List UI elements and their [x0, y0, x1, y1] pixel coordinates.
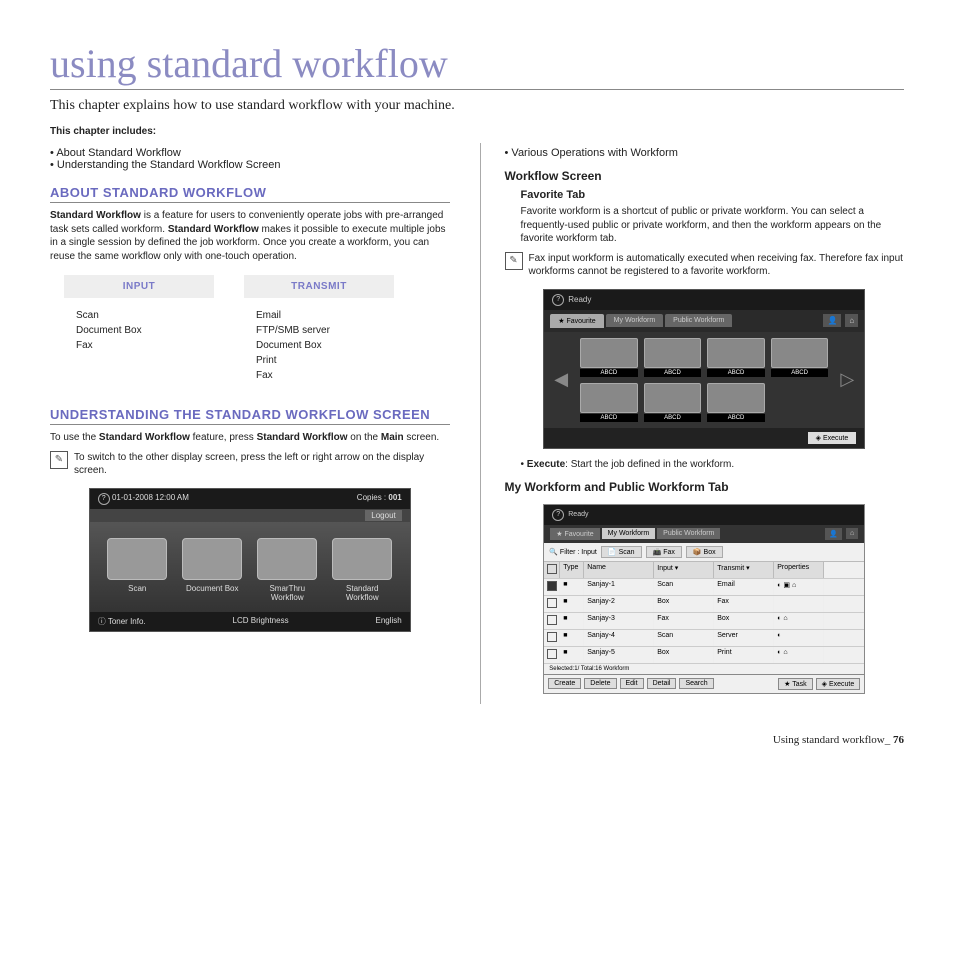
- workform-item[interactable]: ABCD: [707, 383, 765, 422]
- table-row[interactable]: ■Sanjay-3FaxBox◐ ⌂: [544, 613, 864, 630]
- note-text: To switch to the other display screen, p…: [74, 451, 450, 478]
- home-icon[interactable]: ⌂: [845, 314, 858, 327]
- tab-favourite[interactable]: ★ Favourite: [550, 314, 603, 328]
- understanding-paragraph: To use the Standard Workflow feature, pr…: [50, 431, 450, 445]
- transmit-label: TRANSMIT: [244, 275, 394, 298]
- intro-text: This chapter explains how to use standar…: [50, 98, 904, 114]
- status-ready: Ready: [568, 511, 588, 518]
- filter-fax[interactable]: 📠 Fax: [646, 546, 682, 558]
- tab-my-workform[interactable]: My Workform: [602, 528, 655, 539]
- filter-box[interactable]: 📦 Box: [686, 546, 723, 558]
- workform-item[interactable]: ABCD: [644, 383, 702, 422]
- toc-item: Various Operations with Workform: [505, 147, 905, 159]
- table-row[interactable]: ■Sanjay-2BoxFax: [544, 596, 864, 613]
- table-header: Type Name Input ▾ Transmit ▾ Properties: [544, 562, 864, 579]
- execute-button[interactable]: ◈ Execute: [816, 678, 861, 690]
- workform-item[interactable]: ABCD: [707, 338, 765, 377]
- filter-scan[interactable]: 📄 Scan: [601, 546, 642, 558]
- workform-item[interactable]: ABCD: [644, 338, 702, 377]
- tab-public-workform[interactable]: Public Workform: [657, 528, 720, 539]
- search-button[interactable]: Search: [679, 678, 713, 689]
- execute-button[interactable]: ◈ Execute: [808, 432, 857, 444]
- tab-public-workform[interactable]: Public Workform: [665, 314, 732, 327]
- page-title: using standard workflow: [50, 40, 904, 90]
- status-ready: Ready: [568, 295, 591, 304]
- input-box: INPUT Scan Document Box Fax: [64, 275, 214, 393]
- page-footer: Using standard workflow_ 76: [50, 734, 904, 746]
- execute-description: • Execute: Start the job defined in the …: [521, 459, 905, 470]
- table-row[interactable]: ■Sanjay-5BoxPrint◐ ⌂: [544, 647, 864, 664]
- login-icon[interactable]: 👤: [823, 314, 841, 327]
- home-icon[interactable]: ⌂: [846, 528, 858, 539]
- checkbox[interactable]: [547, 649, 557, 659]
- tab-my-workform[interactable]: My Workform: [606, 314, 663, 327]
- login-icon[interactable]: 👤: [825, 528, 842, 540]
- lcd-brightness[interactable]: LCD Brightness: [233, 616, 289, 627]
- help-icon[interactable]: ?: [98, 493, 110, 505]
- toc-item: About Standard Workflow: [50, 147, 450, 159]
- scan-button[interactable]: Scan: [107, 538, 167, 602]
- table-row[interactable]: ■Sanjay-1ScanEmail◐ ▣ ⌂: [544, 579, 864, 596]
- filter-label: 🔍 Filter : Input: [549, 548, 597, 556]
- checkbox[interactable]: [547, 615, 557, 625]
- logout-button[interactable]: Logout: [365, 510, 401, 521]
- right-arrow-icon[interactable]: ▷: [836, 369, 858, 390]
- help-icon[interactable]: ?: [552, 509, 564, 521]
- help-icon[interactable]: ?: [552, 294, 564, 306]
- favorite-paragraph: Favorite workform is a shortcut of publi…: [521, 205, 905, 246]
- toc-left: About Standard Workflow Understanding th…: [50, 147, 450, 171]
- delete-button[interactable]: Delete: [584, 678, 616, 689]
- datetime: 01-01-2008 12:00 AM: [112, 493, 189, 502]
- language-selector[interactable]: English: [375, 616, 401, 627]
- checkbox[interactable]: [547, 581, 557, 591]
- favorite-tab-heading: Favorite Tab: [521, 189, 905, 201]
- input-items: Scan Document Box Fax: [64, 298, 214, 363]
- table-row[interactable]: ■Sanjay-4ScanServer◐: [544, 630, 864, 647]
- about-heading: ABOUT STANDARD WORKFLOW: [50, 185, 450, 203]
- workform-item[interactable]: ABCD: [580, 383, 638, 422]
- transmit-box: TRANSMIT Email FTP/SMB server Document B…: [244, 275, 394, 393]
- transmit-items: Email FTP/SMB server Document Box Print …: [244, 298, 394, 393]
- workform-item[interactable]: ABCD: [771, 338, 829, 377]
- toner-info[interactable]: ⓘ Toner Info.: [98, 616, 146, 627]
- left-arrow-icon[interactable]: ◀: [550, 369, 572, 390]
- edit-button[interactable]: Edit: [620, 678, 644, 689]
- my-workform-screenshot: ? Ready ★ Favourite My Workform Public W…: [543, 504, 865, 694]
- detail-button[interactable]: Detail: [647, 678, 677, 689]
- understanding-heading: UNDERSTANDING THE STANDARD WORKFLOW SCRE…: [50, 407, 450, 425]
- main-screen-screenshot: ? 01-01-2008 12:00 AM Copies : 001 Logou…: [89, 488, 411, 632]
- tab-favourite[interactable]: ★ Favourite: [550, 528, 599, 540]
- workform-item[interactable]: ABCD: [580, 338, 638, 377]
- toc-item: Understanding the Standard Workflow Scre…: [50, 159, 450, 171]
- about-paragraph: Standard Workflow is a feature for users…: [50, 209, 450, 263]
- task-button[interactable]: ★ Task: [778, 678, 813, 690]
- workflow-screen-heading: Workflow Screen: [505, 169, 905, 183]
- note-icon: ✎: [505, 252, 523, 270]
- checkbox[interactable]: [547, 598, 557, 608]
- checkbox[interactable]: [547, 632, 557, 642]
- note-icon: ✎: [50, 451, 68, 469]
- favorite-screen-screenshot: ? Ready ★ Favourite My Workform Public W…: [543, 289, 865, 449]
- chapter-includes-label: This chapter includes:: [50, 126, 904, 137]
- standard-workflow-button[interactable]: Standard Workflow: [332, 538, 392, 602]
- favorite-note: Fax input workform is automatically exec…: [529, 252, 905, 279]
- create-button[interactable]: Create: [548, 678, 581, 689]
- my-workform-heading: My Workform and Public Workform Tab: [505, 480, 905, 494]
- toc-right: Various Operations with Workform: [505, 147, 905, 159]
- document-box-button[interactable]: Document Box: [182, 538, 242, 602]
- input-label: INPUT: [64, 275, 214, 298]
- smarthru-workflow-button[interactable]: SmarThru Workflow: [257, 538, 317, 602]
